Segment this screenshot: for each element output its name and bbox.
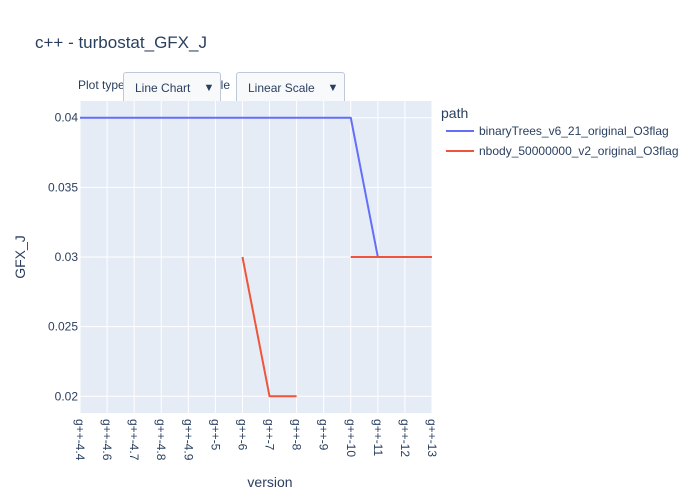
x-tick-label: g++-9 — [317, 419, 331, 451]
legend-label-0: binaryTrees_v6_21_original_O3flag — [479, 124, 669, 138]
x-tick-label: g++-11 — [371, 419, 385, 456]
y-tick-label: 0.02 — [55, 389, 79, 403]
x-tick-label: g++-7 — [263, 419, 277, 451]
legend: path binaryTrees_v6_21_original_O3flag n… — [441, 105, 679, 158]
legend-item-0[interactable]: binaryTrees_v6_21_original_O3flag — [446, 124, 669, 138]
legend-title: path — [441, 105, 468, 121]
y-tick-label: 0.025 — [48, 320, 78, 334]
legend-item-1[interactable]: nbody_50000000_v2_original_O3flag — [446, 144, 679, 158]
x-tick-label: g++-12 — [398, 419, 412, 457]
x-tick-label: g++-8 — [290, 419, 304, 451]
x-tick-label: g++-5 — [208, 419, 222, 451]
x-tick-label: g++-4.4 — [73, 419, 87, 461]
x-tick-label: g++-10 — [344, 419, 358, 457]
y-tick-label: 0.035 — [48, 180, 78, 194]
y-tick-labels: 0.02 0.025 0.03 0.035 0.04 — [48, 111, 78, 404]
y-axis-title: GFX_J — [12, 235, 28, 279]
legend-label-1: nbody_50000000_v2_original_O3flag — [479, 144, 679, 158]
x-tick-label: g++-4.8 — [154, 419, 168, 461]
y-tick-label: 0.03 — [55, 250, 79, 264]
line-chart: 0.020.0250.030.0350.04 g++-4.4 g++-4.6 g++… — [12, 101, 679, 490]
x-tick-label: g++-13 — [425, 419, 439, 457]
x-tick-labels: g++-4.4 g++-4.6 g++-4.7 g++-4.8 g++-4.9 g++-5… — [73, 419, 439, 461]
y-tick-label: 0.04 — [55, 111, 79, 125]
x-tick-label: g++-6 — [235, 419, 249, 451]
x-axis-title: version — [247, 474, 292, 490]
x-tick-label: g++-4.9 — [181, 419, 195, 461]
x-tick-label: g++-4.7 — [127, 419, 141, 461]
x-tick-label: g++-4.6 — [100, 419, 114, 461]
